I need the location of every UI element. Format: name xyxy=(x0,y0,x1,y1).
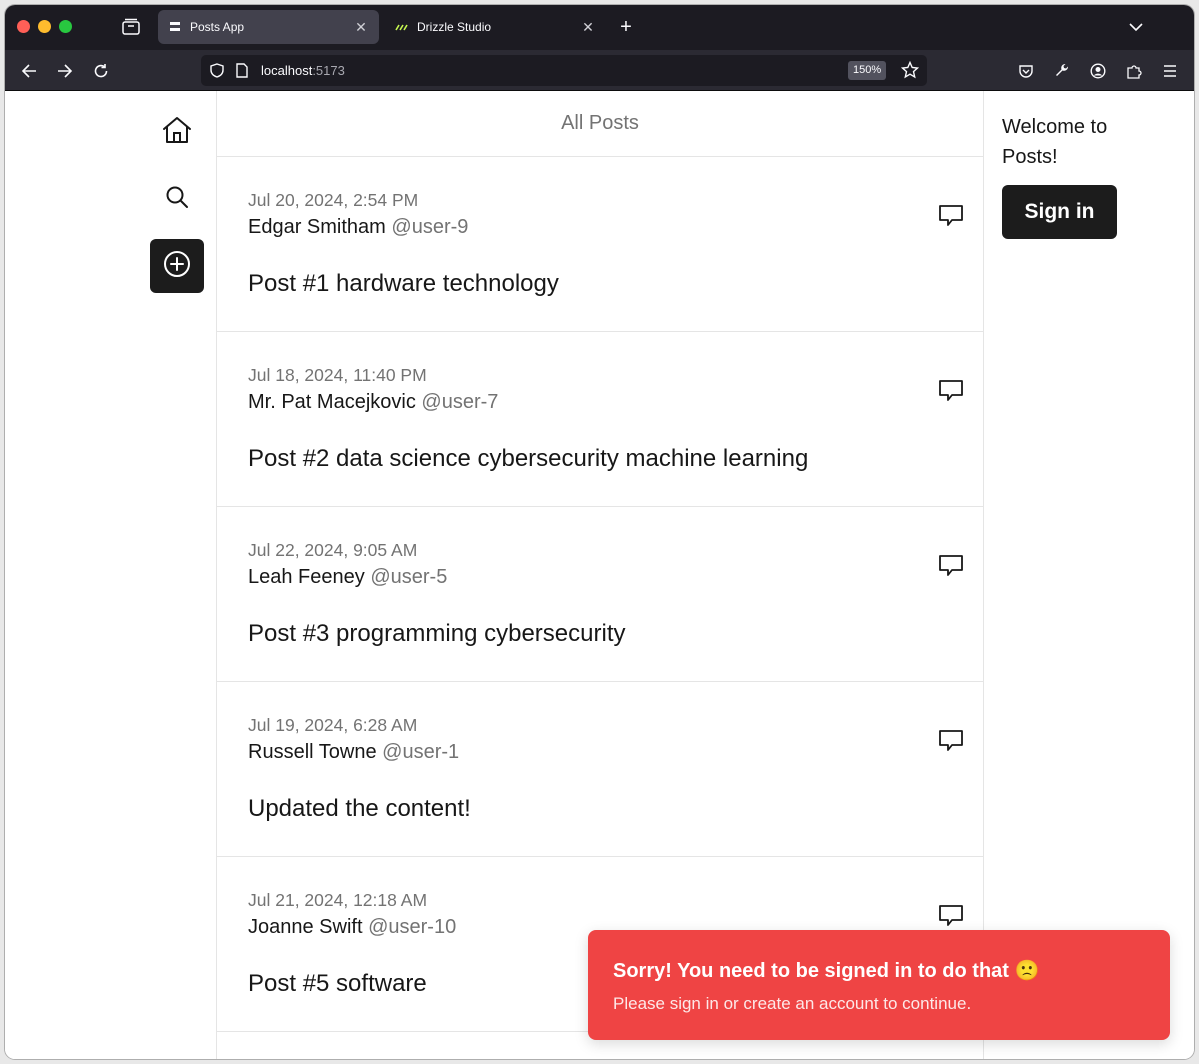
post-date: Jul 22, 2024, 9:05 AM xyxy=(248,540,418,560)
post-date: Jul 21, 2024, 12:18 AM xyxy=(248,890,428,910)
zoom-level-badge[interactable]: 150% xyxy=(848,61,887,80)
account-icon[interactable] xyxy=(1088,61,1108,81)
posts-feed: All Posts Jul 20, 2024, 2:54 PM Edgar Sm… xyxy=(216,91,984,1059)
post-handle: @user-9 xyxy=(391,216,469,238)
comment-icon[interactable] xyxy=(937,903,965,929)
chevron-down-icon[interactable] xyxy=(1128,19,1144,35)
page-icon[interactable] xyxy=(236,63,248,83)
comment-icon[interactable] xyxy=(937,728,965,754)
tab-title: Drizzle Studio xyxy=(417,20,492,34)
toast-description: Please sign in or create an account to c… xyxy=(613,994,972,1013)
post-author[interactable]: Joanne Swift @user-10 xyxy=(248,916,456,939)
reload-icon[interactable] xyxy=(91,61,111,81)
page-content: All Posts Jul 20, 2024, 2:54 PM Edgar Sm… xyxy=(5,91,1194,1059)
zoom-window-button[interactable] xyxy=(59,20,72,33)
post-content: Post #2 data science cybersecurity machi… xyxy=(248,445,809,472)
tab-drizzle-studio[interactable]: Drizzle Studio ✕ xyxy=(385,10,606,44)
browser-window: Posts App ✕ Drizzle Studio ✕ + localhost… xyxy=(5,5,1194,1059)
post-item[interactable]: Jul 19, 2024, 6:28 AM Russell Towne @use… xyxy=(217,682,983,857)
left-navigation xyxy=(5,91,216,1059)
error-toast[interactable]: Sorry! You need to be signed in to do th… xyxy=(588,930,1170,1040)
page-lines-icon xyxy=(168,20,182,34)
post-date: Jul 20, 2024, 2:54 PM xyxy=(248,190,419,210)
pocket-icon[interactable] xyxy=(1016,61,1036,81)
tab-overview-icon[interactable] xyxy=(121,18,141,36)
feed-title: All Posts xyxy=(217,91,983,157)
drizzle-logo-icon xyxy=(395,20,409,34)
navigation-toolbar: localhost:5173 150% xyxy=(5,50,1194,91)
wrench-icon[interactable] xyxy=(1052,61,1072,81)
toast-title: Sorry! You need to be signed in to do th… xyxy=(613,960,1040,982)
post-item[interactable]: Jul 20, 2024, 2:54 PM Edgar Smitham @use… xyxy=(217,157,983,332)
post-author[interactable]: Edgar Smitham @user-9 xyxy=(248,216,468,239)
bookmark-star-icon[interactable] xyxy=(900,60,920,84)
post-date: Jul 18, 2024, 11:40 PM xyxy=(248,365,427,385)
shield-icon[interactable] xyxy=(210,63,224,83)
url-text[interactable]: localhost:5173 xyxy=(261,63,345,78)
post-handle: @user-1 xyxy=(382,741,460,763)
create-post-button[interactable] xyxy=(150,239,204,293)
right-sidebar: Welcome to Posts! Sign in xyxy=(1002,91,1194,1059)
new-tab-button[interactable]: + xyxy=(616,17,636,37)
sign-in-button[interactable]: Sign in xyxy=(1002,185,1117,239)
post-author[interactable]: Mr. Pat Macejkovic @user-7 xyxy=(248,391,498,414)
comment-icon[interactable] xyxy=(937,553,965,579)
post-content: Post #1 hardware technology xyxy=(248,270,559,297)
close-tab-icon[interactable]: ✕ xyxy=(353,19,369,35)
comment-icon[interactable] xyxy=(937,203,965,229)
post-content: Post #5 software xyxy=(248,970,427,997)
post-handle: @user-10 xyxy=(368,916,457,938)
post-author[interactable]: Russell Towne @user-1 xyxy=(248,741,459,764)
welcome-text: Welcome to Posts! xyxy=(1002,116,1108,168)
home-icon xyxy=(162,116,192,149)
search-button[interactable] xyxy=(150,172,204,226)
post-item[interactable]: Jul 18, 2024, 11:40 PM Mr. Pat Macejkovi… xyxy=(217,332,983,507)
comment-icon[interactable] xyxy=(937,378,965,404)
post-content: Updated the content! xyxy=(248,795,471,822)
tab-strip: Posts App ✕ Drizzle Studio ✕ + xyxy=(5,5,1194,50)
back-arrow-icon[interactable] xyxy=(19,61,39,81)
close-window-button[interactable] xyxy=(17,20,30,33)
minimize-window-button[interactable] xyxy=(38,20,51,33)
post-author[interactable]: Leah Feeney @user-5 xyxy=(248,566,447,589)
menu-icon[interactable] xyxy=(1160,61,1180,81)
post-handle: @user-7 xyxy=(421,391,499,413)
search-icon xyxy=(165,185,189,214)
post-content: Post #3 programming cybersecurity xyxy=(248,620,626,647)
tab-posts-app[interactable]: Posts App ✕ xyxy=(158,10,379,44)
address-bar[interactable]: localhost:5173 150% xyxy=(201,55,927,86)
window-controls xyxy=(17,20,72,33)
forward-arrow-icon[interactable] xyxy=(55,61,75,81)
tab-title: Posts App xyxy=(190,20,245,34)
close-tab-icon[interactable]: ✕ xyxy=(580,19,596,35)
post-date: Jul 19, 2024, 6:28 AM xyxy=(248,715,418,735)
plus-circle-icon xyxy=(163,250,191,283)
home-button[interactable] xyxy=(150,105,204,159)
extensions-icon[interactable] xyxy=(1124,61,1144,81)
post-item[interactable]: Jul 22, 2024, 9:05 AM Leah Feeney @user-… xyxy=(217,507,983,682)
post-handle: @user-5 xyxy=(370,566,448,588)
